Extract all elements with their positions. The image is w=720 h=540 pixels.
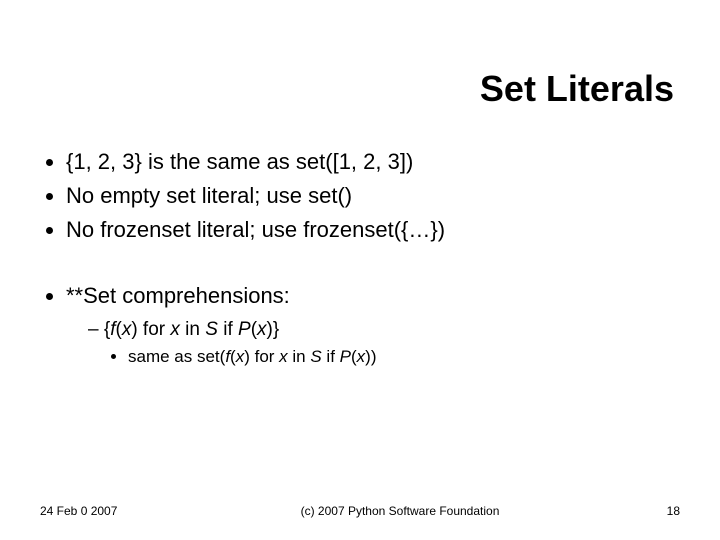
- t: if: [218, 319, 238, 340]
- sub-sub-bullet-item: same as set(f(x) for x in S if P(x)): [128, 345, 680, 370]
- t: S: [205, 319, 218, 340]
- t: same as set(: [128, 347, 225, 366]
- t: ) for: [131, 319, 170, 340]
- t: ) for: [244, 347, 279, 366]
- bullet-item: No frozenset literal; use frozenset({…}): [66, 214, 680, 246]
- slide-title: Set Literals: [40, 0, 680, 118]
- sub-bullet-item: {f(x) for x in S if P(x)} same as set(f(…: [88, 316, 680, 370]
- t: P: [238, 319, 251, 340]
- t: x: [236, 347, 245, 366]
- sub-list: {f(x) for x in S if P(x)} same as set(f(…: [66, 316, 680, 370]
- t: x: [257, 319, 267, 340]
- footer-page-number: 18: [640, 504, 680, 518]
- t: x: [170, 319, 180, 340]
- t: )}: [267, 319, 280, 340]
- bullet-item: {1, 2, 3} is the same as set([1, 2, 3]): [66, 146, 680, 178]
- slide: Set Literals {1, 2, 3} is the same as se…: [0, 0, 720, 540]
- footer-date: 24 Feb 0 2007: [40, 504, 160, 518]
- t: x: [357, 347, 366, 366]
- bullet-list-secondary: **Set comprehensions: {f(x) for x in S i…: [40, 280, 680, 370]
- t: x: [279, 347, 288, 366]
- t: x: [122, 319, 132, 340]
- t: if: [322, 347, 340, 366]
- t: in: [180, 319, 205, 340]
- slide-footer: 24 Feb 0 2007 (c) 2007 Python Software F…: [40, 504, 680, 518]
- t: in: [288, 347, 311, 366]
- bullet-item: No empty set literal; use set(): [66, 180, 680, 212]
- bullet-list-main: {1, 2, 3} is the same as set([1, 2, 3]) …: [40, 146, 680, 246]
- t: P: [340, 347, 351, 366]
- t: S: [310, 347, 321, 366]
- t: )): [365, 347, 376, 366]
- footer-copyright: (c) 2007 Python Software Foundation: [160, 504, 640, 518]
- bullet-text: **Set comprehensions:: [66, 283, 290, 308]
- sub-sub-list: same as set(f(x) for x in S if P(x)): [88, 345, 680, 370]
- bullet-item: **Set comprehensions: {f(x) for x in S i…: [66, 280, 680, 370]
